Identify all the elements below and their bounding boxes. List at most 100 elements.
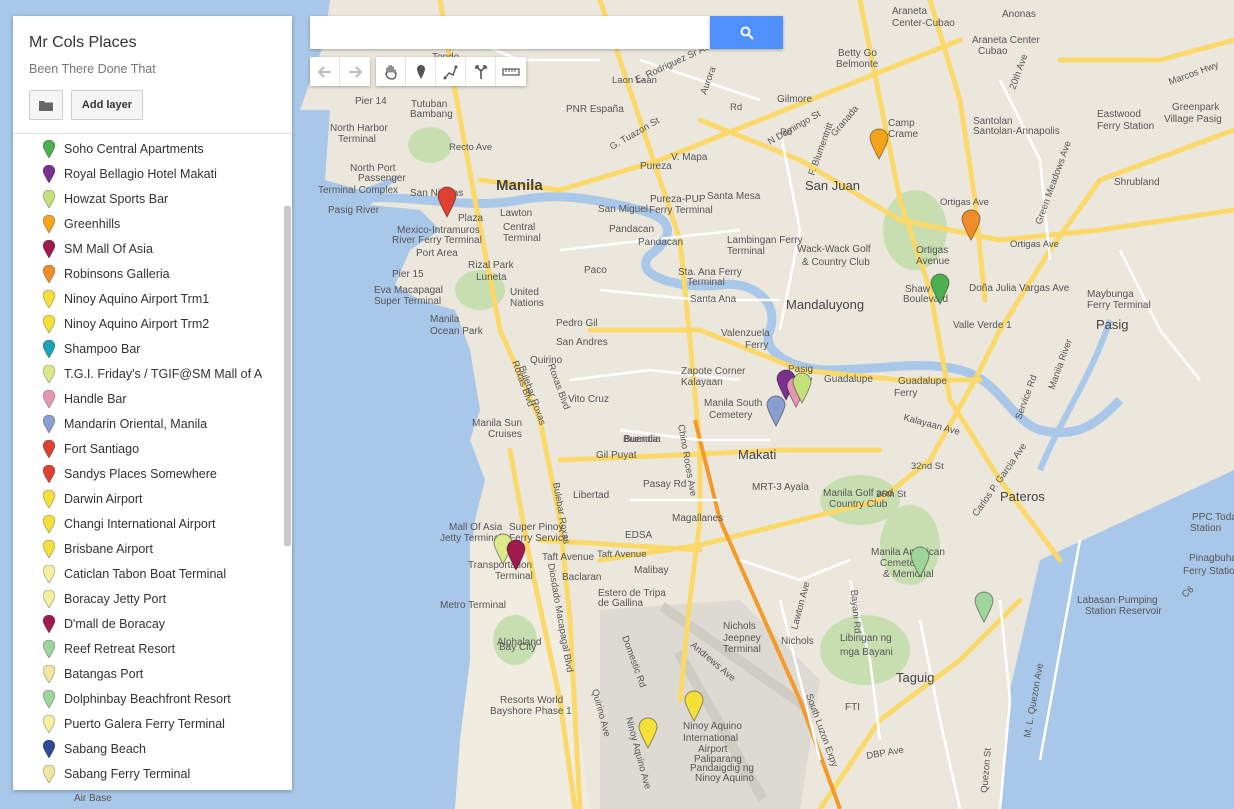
map-pin-icon	[43, 614, 55, 633]
street-label: Ortigas Ave	[940, 197, 989, 208]
place-label: & Country Club	[802, 257, 870, 268]
undo-icon	[317, 65, 331, 78]
place-name: Sandys Places Somewhere	[64, 466, 217, 481]
place-list-item[interactable]: Sabang Ferry Terminal	[13, 761, 283, 786]
place-list-item[interactable]: Howzat Sports Bar	[13, 186, 283, 211]
add-marker-button[interactable]	[406, 57, 436, 86]
hand-tool-button[interactable]	[376, 57, 406, 86]
map-pin-icon	[43, 464, 55, 483]
place-label: Pier 14	[355, 96, 387, 107]
place-label: United	[510, 287, 539, 298]
place-label: Nichols	[723, 621, 756, 632]
redo-button[interactable]	[340, 57, 370, 86]
place-label: Pinagbuhatan	[1189, 553, 1234, 564]
place-label: Malibay	[634, 565, 668, 576]
place-label: Luneta	[476, 272, 507, 283]
place-label: Doña Julia Vargas Ave	[969, 283, 1070, 294]
place-list-item[interactable]: SM Mall Of Asia	[13, 236, 283, 261]
place-label: mga Bayani	[840, 647, 893, 658]
place-label: Jetty Terminal	[440, 533, 502, 544]
place-list-item[interactable]: Batangas Port	[13, 661, 283, 686]
place-list-item[interactable]: Puerto Galera Ferry Terminal	[13, 711, 283, 736]
place-label: Paco	[584, 265, 607, 276]
place-label: Baclaran	[562, 572, 601, 583]
place-list-item[interactable]: Brisbane Airport	[13, 536, 283, 561]
place-name: Boracay Jetty Port	[64, 591, 167, 606]
place-label: Pasig River	[328, 205, 380, 216]
place-list-item[interactable]: Darwin Airport	[13, 486, 283, 511]
city-label: Pateros	[1000, 489, 1045, 504]
place-list-item[interactable]: T.G.I. Friday's / TGIF@SM Mall of A	[13, 361, 283, 386]
draw-line-button[interactable]	[436, 57, 466, 86]
map-pin-icon	[43, 189, 55, 208]
city-label: Pasig	[1096, 317, 1129, 332]
place-list-item[interactable]: Ninoy Aquino Airport Trm2	[13, 311, 283, 336]
street-label: Rd	[780, 127, 792, 138]
ruler-button[interactable]	[496, 57, 526, 86]
search-input[interactable]	[310, 16, 710, 49]
place-label: Avenue	[916, 256, 950, 267]
add-layer-button[interactable]: Add layer	[71, 90, 143, 120]
place-label: Terminal	[495, 571, 533, 582]
street-label: Ortigas Ave	[1010, 239, 1059, 250]
place-label: Ferry Terminal	[1087, 300, 1151, 311]
place-list-item[interactable]: Fort Santiago	[13, 436, 283, 461]
place-label: Jeepney	[723, 633, 761, 644]
directions-icon	[474, 64, 487, 79]
place-label: Country Club	[829, 499, 888, 510]
place-name: Ninoy Aquino Airport Trm1	[64, 291, 210, 306]
search-button[interactable]	[710, 16, 783, 49]
map-pin-icon	[43, 489, 55, 508]
map-description[interactable]: Been There Done That	[29, 62, 156, 76]
place-list-item[interactable]: Reef Retreat Resort	[13, 636, 283, 661]
map-pin-icon	[43, 289, 55, 308]
place-label: Gil Puyat	[596, 450, 637, 461]
place-label: Araneta	[892, 6, 927, 17]
map-pin-icon	[43, 389, 55, 408]
place-list-item[interactable]: Royal Bellagio Hotel Makati	[13, 161, 283, 186]
place-label: Station Reservoir	[1085, 606, 1162, 617]
place-label: Ortigas	[916, 245, 948, 256]
place-name: Mandarin Oriental, Manila	[64, 416, 208, 431]
place-list-item[interactable]: Greenhills	[13, 211, 283, 236]
place-name: Soho Central Apartments	[64, 141, 204, 156]
place-label: Ocean Park	[430, 326, 484, 337]
city-label: Makati	[738, 447, 776, 462]
place-label: Center-Cubao	[892, 18, 955, 29]
list-scrollbar[interactable]	[284, 206, 291, 546]
place-label: San Andres	[556, 337, 608, 348]
map-pin-icon	[43, 539, 55, 558]
place-list-item[interactable]: Changi International Airport	[13, 511, 283, 536]
map-pin-icon	[43, 164, 55, 183]
place-list-item[interactable]: Soho Central Apartments	[13, 136, 283, 161]
place-label: Pureza	[640, 161, 672, 172]
undo-button[interactable]	[310, 57, 340, 86]
directions-button[interactable]	[466, 57, 496, 86]
place-list-item[interactable]: Ninoy Aquino Airport Trm1	[13, 286, 283, 311]
place-list-item[interactable]: Sandys Places Somewhere	[13, 461, 283, 486]
place-label: Eastwood	[1097, 109, 1141, 120]
place-list-item[interactable]: Handle Bar	[13, 386, 283, 411]
place-label: Pureza-PUP	[650, 194, 706, 205]
place-list-item[interactable]: Dolphinbay Beachfront Resort	[13, 686, 283, 711]
place-list-item[interactable]: D'mall de Boracay	[13, 611, 283, 636]
place-label: Manila Sun	[472, 418, 522, 429]
place-list-item[interactable]: Sabang Beach	[13, 736, 283, 761]
place-label: Terminal Complex	[318, 185, 398, 196]
map-pin-icon	[43, 139, 55, 158]
place-name: Sabang Beach	[64, 741, 147, 756]
place-label: Ferry Station	[1097, 121, 1154, 132]
place-name: Robinsons Galleria	[64, 266, 170, 281]
map-title[interactable]: Mr Cols Places	[29, 34, 137, 52]
place-list-item[interactable]: Robinsons Galleria	[13, 261, 283, 286]
open-folder-button[interactable]	[29, 90, 63, 120]
map-pin-icon	[43, 314, 55, 333]
place-list-item[interactable]: Shampoo Bar	[13, 336, 283, 361]
map-pin-icon	[43, 264, 55, 283]
place-list-item[interactable]: Caticlan Tabon Boat Terminal	[13, 561, 283, 586]
panel-header: Mr Cols Places Been There Done That Add …	[13, 16, 292, 134]
place-list-item[interactable]: Boracay Jetty Port	[13, 586, 283, 611]
place-label: Wack-Wack Golf	[797, 244, 871, 255]
place-label: Passenger	[358, 173, 406, 184]
place-list-item[interactable]: Mandarin Oriental, Manila	[13, 411, 283, 436]
